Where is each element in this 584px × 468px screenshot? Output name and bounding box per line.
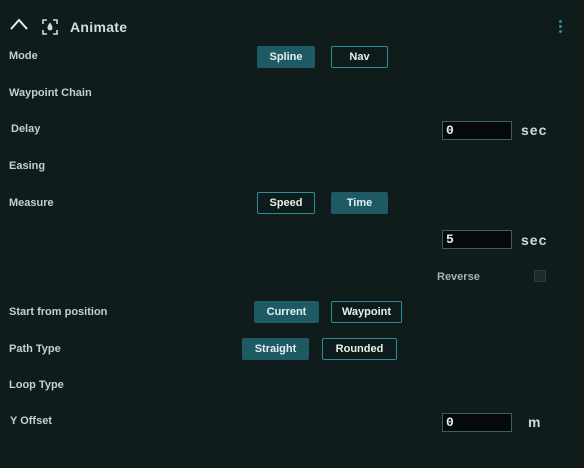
time-unit: sec	[521, 232, 548, 248]
mode-nav-button[interactable]: Nav	[331, 46, 388, 68]
start-from-position-label: Start from position	[9, 306, 108, 318]
mode-spline-button[interactable]: Spline	[257, 46, 315, 68]
y-offset-label: Y Offset	[10, 415, 52, 427]
reverse-label: Reverse	[437, 271, 480, 283]
path-straight-button[interactable]: Straight	[242, 338, 309, 360]
time-input[interactable]	[442, 230, 512, 249]
waypoint-chain-label: Waypoint Chain	[9, 87, 92, 99]
panel-title: Animate	[70, 19, 128, 35]
kebab-menu-icon[interactable]	[559, 20, 563, 36]
delay-unit: sec	[521, 122, 548, 138]
start-current-button[interactable]: Current	[254, 301, 319, 323]
y-offset-input[interactable]	[442, 413, 512, 432]
measure-time-button[interactable]: Time	[331, 192, 388, 214]
animate-panel: Animate Mode Spline Nav Waypoint Chain D…	[0, 0, 584, 468]
animate-target-icon	[42, 19, 58, 35]
measure-speed-button[interactable]: Speed	[257, 192, 315, 214]
measure-label: Measure	[9, 197, 54, 209]
loop-type-label: Loop Type	[9, 379, 64, 391]
path-rounded-button[interactable]: Rounded	[322, 338, 397, 360]
start-waypoint-button[interactable]: Waypoint	[331, 301, 402, 323]
path-type-label: Path Type	[9, 343, 61, 355]
mode-label: Mode	[9, 50, 38, 62]
easing-label: Easing	[9, 160, 46, 172]
chevron-up-icon[interactable]	[10, 18, 28, 30]
delay-label: Delay	[11, 123, 41, 135]
reverse-checkbox[interactable]	[534, 270, 546, 282]
y-offset-unit: m	[528, 414, 542, 430]
panel-header[interactable]: Animate	[0, 0, 584, 46]
delay-input[interactable]	[442, 121, 512, 140]
